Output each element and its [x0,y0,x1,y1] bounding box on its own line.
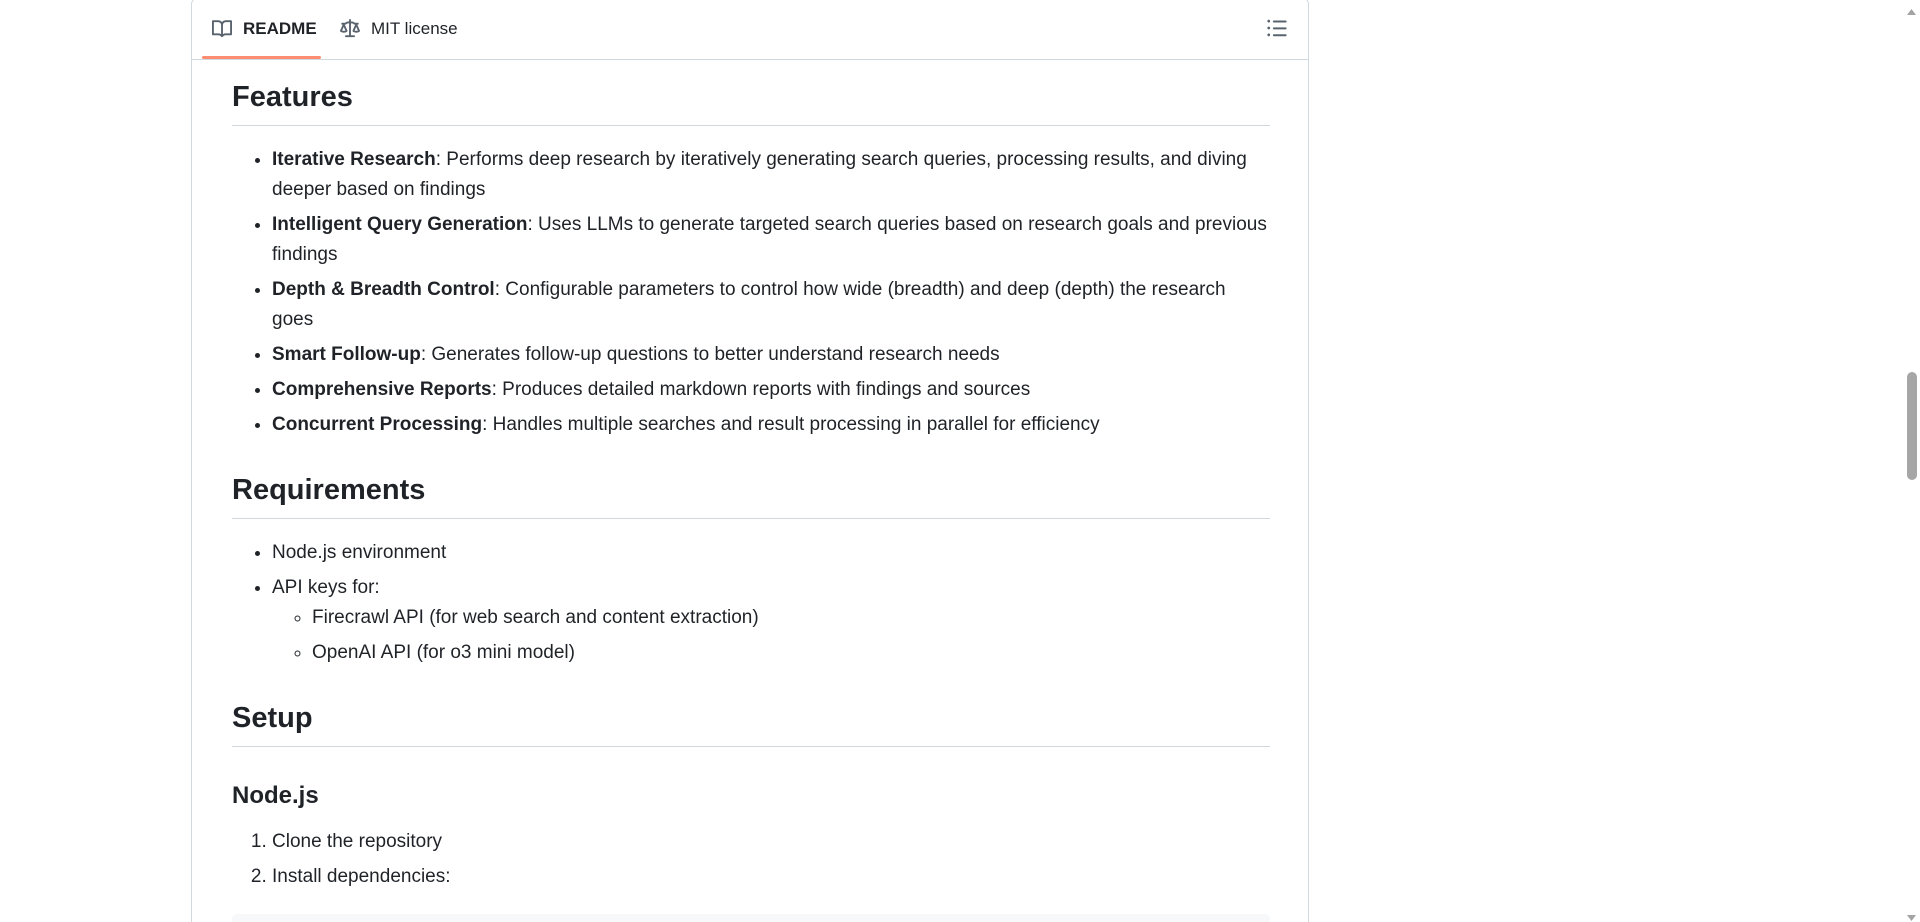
readme-panel: README MIT license Features Iterative [191,0,1309,922]
code-block [232,914,1270,922]
table-of-contents-button[interactable] [1266,17,1288,39]
setup-steps: Clone the repository Install dependencie… [232,827,1270,892]
nodejs-subheading: Node.js [232,782,319,810]
page: README MIT license Features Iterative [0,0,1920,922]
scroll-down-arrow-icon[interactable] [1906,909,1917,921]
tab-license-label: MIT license [371,19,458,38]
tab-license[interactable]: MIT license [340,0,458,59]
features-heading: Features [232,79,1270,127]
list-item: OpenAI API (for o3 mini model) [312,638,1270,668]
tab-readme[interactable]: README [212,0,317,59]
feature-desc: : Handles multiple searches and result p… [482,414,1100,436]
feature-term: Smart Follow-up [272,344,421,366]
feature-term: Depth & Breadth Control [272,279,495,301]
scroll-up-arrow-icon[interactable] [1906,4,1917,15]
list-item: Comprehensive Reports: Produces detailed… [272,375,1270,405]
list-item: Concurrent Processing: Handles multiple … [272,410,1270,440]
list-item: Depth & Breadth Control: Configurable pa… [272,275,1270,335]
features-list: Iterative Research: Performs deep resear… [232,145,1270,440]
feature-term: Iterative Research [272,149,436,171]
scrollbar-thumb[interactable] [1907,372,1917,480]
list-item: Install dependencies: [272,862,1270,892]
requirements-heading: Requirements [232,472,1270,520]
setup-heading: Setup [232,700,1270,748]
readme-tabbar: README MIT license [192,0,1308,60]
list-item: Clone the repository [272,827,1270,857]
api-keys-sublist: Firecrawl API (for web search and conten… [272,603,1270,668]
tab-readme-label: README [243,19,317,38]
feature-desc: : Generates follow-up questions to bette… [420,344,1000,366]
scrollbar[interactable] [1903,0,1920,922]
feature-term: Intelligent Query Generation [272,214,528,236]
list-item: Firecrawl API (for web search and conten… [312,603,1270,633]
scale-icon [340,19,360,39]
active-tab-indicator [202,56,321,59]
list-item: Iterative Research: Performs deep resear… [272,145,1270,205]
feature-term: Concurrent Processing [272,414,483,436]
feature-term: Comprehensive Reports [272,379,492,401]
setup-section: Setup Node.js Clone the repository Insta… [232,700,1270,892]
list-item-text: API keys for: [272,577,380,599]
requirements-list: Node.js environment API keys for: Firecr… [232,538,1270,668]
list-unordered-icon [1266,19,1288,43]
list-item: Node.js environment [272,538,1270,568]
list-item: API keys for: Firecrawl API (for web sea… [272,573,1270,668]
feature-desc: : Produces detailed markdown reports wit… [491,379,1031,401]
list-item: Smart Follow-up: Generates follow-up que… [272,340,1270,370]
requirements-section: Requirements Node.js environment API key… [232,472,1270,668]
book-icon [212,19,232,39]
list-item: Intelligent Query Generation: Uses LLMs … [272,210,1270,270]
features-section: Features Iterative Research: Performs de… [232,79,1270,440]
